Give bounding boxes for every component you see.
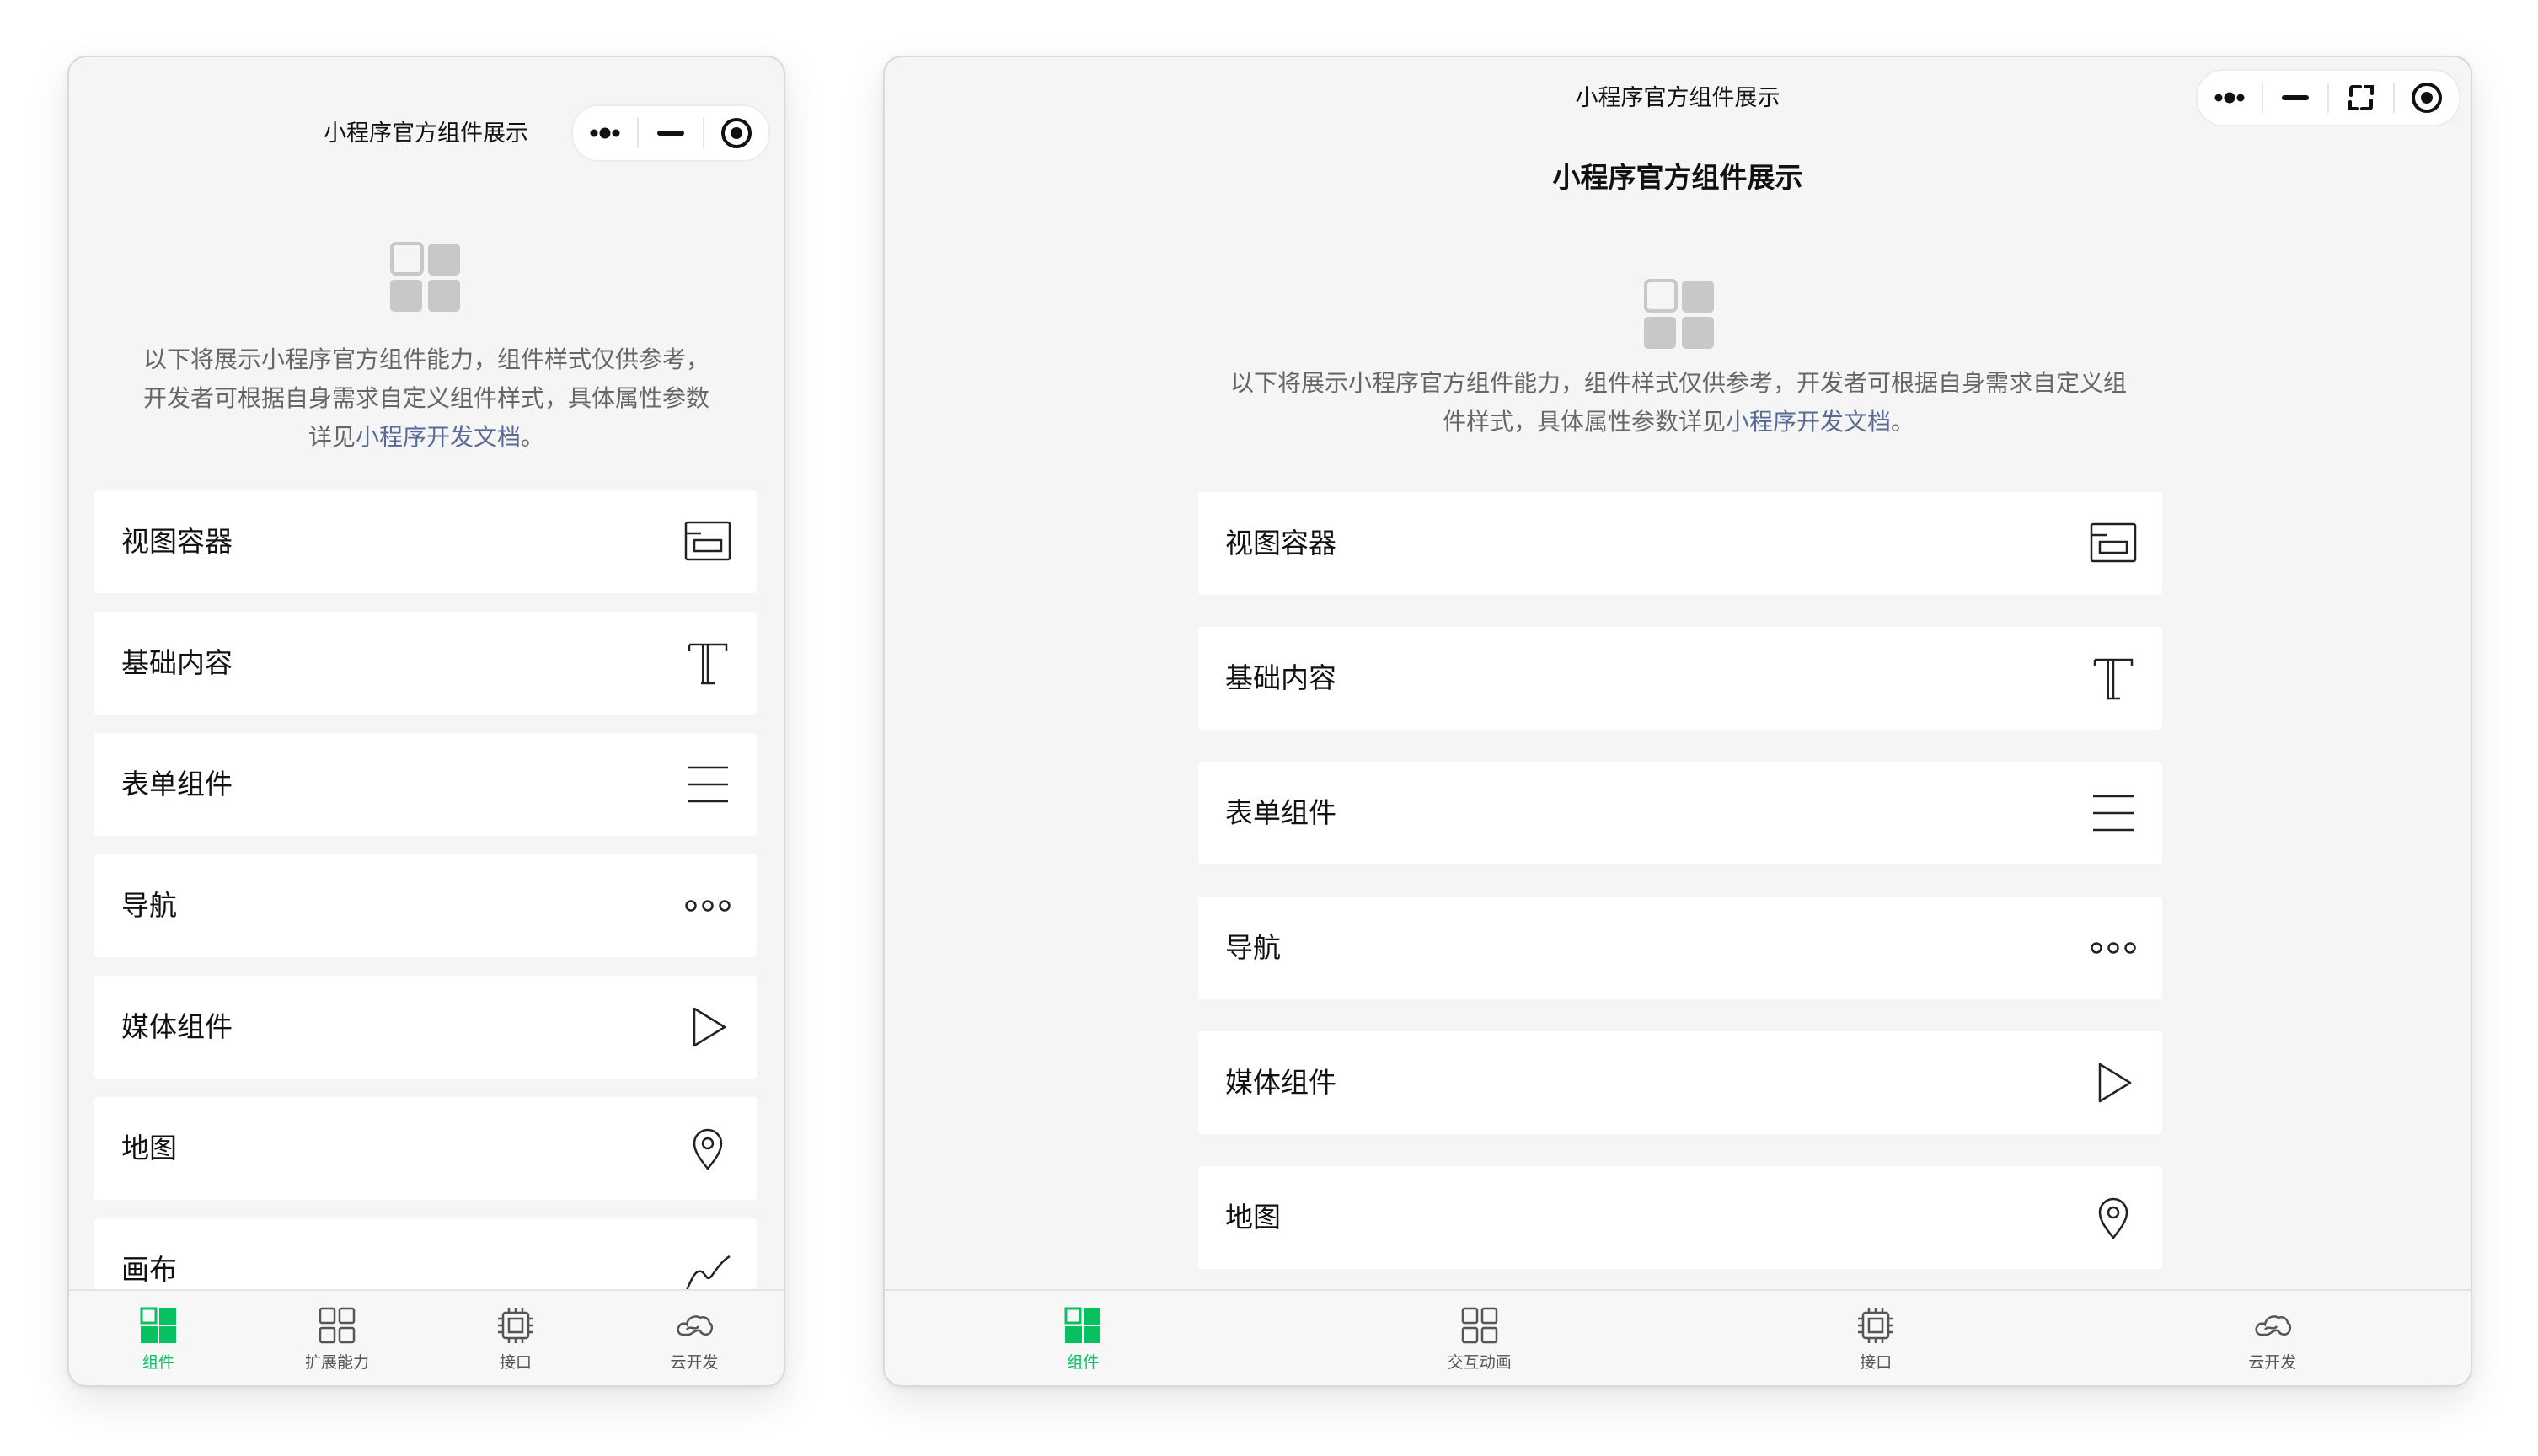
play-icon (2090, 1059, 2137, 1106)
list-item-view-container[interactable]: 视图容器 (94, 490, 757, 593)
list-item-basic-content[interactable]: 基础内容 (1198, 627, 2162, 730)
tab-api[interactable]: 接口 (1678, 1291, 2075, 1385)
capsule-menu (571, 104, 770, 162)
canvas-curve-icon (684, 1246, 731, 1293)
component-logo-icon (1643, 278, 1716, 354)
tab-animation[interactable]: 交互动画 (1282, 1291, 1679, 1385)
tab-label: 扩展能力 (304, 1353, 369, 1372)
text-t-icon (684, 640, 731, 687)
list-item-navigation[interactable]: 导航 (1198, 897, 2162, 999)
play-icon (684, 1004, 731, 1051)
component-logo-icon (389, 241, 462, 317)
page-title: 小程序官方组件展示 (1552, 161, 1803, 194)
dev-docs-link[interactable]: 小程序开发文档 (1726, 408, 1891, 436)
list-item-label: 导航 (1225, 931, 1281, 964)
extension-grid-icon (318, 1306, 356, 1345)
cloud-icon (675, 1306, 714, 1345)
tab-components[interactable]: 组件 (69, 1291, 248, 1385)
intro-end: 。 (521, 423, 545, 451)
component-grid-icon (1063, 1306, 1102, 1345)
list-item-label: 基础内容 (121, 646, 233, 679)
list-item-media[interactable]: 媒体组件 (1198, 1031, 2162, 1134)
tab-api[interactable]: 接口 (426, 1291, 605, 1385)
list-item-navigation[interactable]: 导航 (94, 854, 757, 957)
tab-label: 组件 (142, 1353, 174, 1372)
component-grid-icon (139, 1306, 178, 1345)
list-item-label: 媒体组件 (1225, 1066, 1336, 1099)
map-pin-icon (684, 1125, 731, 1172)
component-list: 视图容器 基础内容 表单组件 导航 媒体组件 (94, 490, 757, 1341)
tab-label: 接口 (499, 1353, 532, 1372)
capsule-menu (2196, 69, 2460, 126)
minimize-icon[interactable] (639, 106, 703, 160)
list-item-view-container[interactable]: 视图容器 (1198, 492, 2162, 595)
list-item-label: 基础内容 (1225, 661, 1336, 694)
text-t-icon (2090, 655, 2137, 702)
tab-extensions[interactable]: 扩展能力 (248, 1291, 426, 1385)
tab-label: 接口 (1860, 1353, 1893, 1372)
view-container-icon (2090, 520, 2137, 567)
dev-docs-link[interactable]: 小程序开发文档 (356, 423, 521, 451)
tab-bar: 组件 扩展能力 接口 云开发 (69, 1289, 784, 1385)
chip-icon (496, 1306, 535, 1345)
dots-icon (2090, 924, 2137, 972)
list-item-label: 地图 (121, 1132, 177, 1164)
tab-label: 组件 (1067, 1353, 1100, 1372)
animation-grid-icon (1460, 1306, 1499, 1345)
form-lines-icon (2090, 790, 2137, 837)
list-item-basic-content[interactable]: 基础内容 (94, 612, 757, 715)
more-icon[interactable] (573, 106, 637, 160)
list-item-label: 表单组件 (121, 768, 233, 800)
tab-label: 交互动画 (1447, 1353, 1512, 1372)
mini-program-window-pad: 小程序官方组件展示 小程序官方组件展示 以下将展示小程序官方组件能力，组件样式仅… (883, 56, 2472, 1387)
tab-label: 云开发 (670, 1353, 719, 1372)
intro-text: 以下将展示小程序官方组件能力，组件样式仅供参考，开发者可根据自身需求自定义组件样… (1225, 364, 2132, 442)
dots-icon (684, 882, 731, 929)
map-pin-icon (2090, 1194, 2137, 1241)
record-icon[interactable] (704, 106, 768, 160)
list-item-form[interactable]: 表单组件 (94, 733, 757, 836)
tab-cloud[interactable]: 云开发 (2075, 1291, 2471, 1385)
view-container-icon (684, 518, 731, 565)
more-icon[interactable] (2198, 71, 2262, 125)
list-item-label: 视图容器 (1225, 527, 1336, 559)
tab-label: 云开发 (2248, 1353, 2297, 1372)
component-list: 视图容器 基础内容 表单组件 导航 媒体组件 (1198, 492, 2162, 1335)
list-item-map[interactable]: 地图 (1198, 1166, 2162, 1269)
mini-program-window-phone: 小程序官方组件展示 以下将展示小程序官方组件能力，组件样式仅供参考，开发者可根据… (67, 56, 785, 1387)
list-item-label: 媒体组件 (121, 1010, 233, 1043)
list-item-label: 视图容器 (121, 525, 233, 558)
list-item-form[interactable]: 表单组件 (1198, 762, 2162, 864)
form-lines-icon (684, 761, 731, 808)
intro-text: 以下将展示小程序官方组件能力，组件样式仅供参考，开发者可根据自身需求自定义组件样… (138, 340, 715, 457)
window-title: 小程序官方组件展示 (324, 120, 528, 147)
chip-icon (1856, 1306, 1895, 1345)
record-icon[interactable] (2395, 71, 2459, 125)
restore-icon[interactable] (2329, 71, 2393, 125)
tab-cloud[interactable]: 云开发 (605, 1291, 784, 1385)
list-item-media[interactable]: 媒体组件 (94, 976, 757, 1079)
list-item-map[interactable]: 地图 (94, 1097, 757, 1200)
tab-bar: 组件 交互动画 接口 云开发 (885, 1289, 2471, 1385)
list-item-label: 地图 (1225, 1201, 1281, 1234)
intro-end: 。 (1891, 408, 1915, 436)
tab-components[interactable]: 组件 (885, 1291, 1282, 1385)
minimize-icon[interactable] (2263, 71, 2327, 125)
list-item-label: 表单组件 (1225, 796, 1336, 829)
cloud-icon (2253, 1306, 2292, 1345)
intro-body: 以下将展示小程序官方组件能力，组件样式仅供参考，开发者可根据自身需求自定义组件样… (1229, 369, 2127, 436)
list-item-label: 导航 (121, 889, 177, 922)
